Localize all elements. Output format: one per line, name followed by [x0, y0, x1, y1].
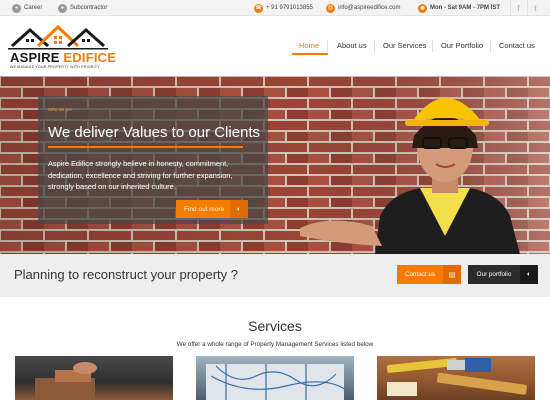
- hero-kicker: Who we are: [48, 107, 73, 112]
- career-link[interactable]: ● Career: [12, 0, 42, 16]
- find-out-more-button[interactable]: Find out more ◐: [176, 200, 248, 218]
- services-subtitle: We offer a whole range of Property Manag…: [176, 341, 374, 348]
- masonry-image: [35, 362, 97, 400]
- subcontractor-label: Subcontractor: [70, 5, 108, 11]
- arrow-circle-icon: ◐: [230, 200, 248, 218]
- users-icon: ●: [58, 3, 67, 13]
- cta-heading: Planning to reconstruct your property ?: [14, 267, 239, 282]
- cta-strip: Planning to reconstruct your property ? …: [0, 254, 550, 297]
- paint-brushes-image: [386, 358, 527, 396]
- at-icon: @: [326, 3, 335, 13]
- career-label: Career: [24, 5, 43, 11]
- hero-description: Aspire Edifice strongly believe in hones…: [48, 159, 233, 191]
- nav-divider: [490, 40, 491, 52]
- service-thumbnail-painting[interactable]: [377, 356, 535, 400]
- phone-icon: ☎: [254, 3, 263, 13]
- active-nav-indicator: [292, 53, 328, 55]
- contact-us-button[interactable]: Contact us ▤: [397, 265, 461, 284]
- site-header: ASPIRE EDIFICE WE MANAGE YOUR PROPERTY W…: [0, 16, 550, 76]
- twitter-icon[interactable]: t: [527, 0, 543, 16]
- nav-our-portfolio[interactable]: Our Portfolio: [441, 36, 483, 54]
- hero-caption-box: Who we are We deliver Values to our Clie…: [38, 96, 268, 224]
- location-icon: ◉: [418, 3, 427, 13]
- facebook-icon[interactable]: f: [510, 0, 526, 16]
- our-portfolio-label: Our portfolio: [476, 271, 512, 278]
- logo[interactable]: ASPIRE EDIFICE WE MANAGE YOUR PROPERTY W…: [8, 24, 116, 72]
- nav-divider: [374, 40, 375, 52]
- nav-our-services[interactable]: Our Services: [383, 36, 426, 54]
- business-hours: ◉ Mon - Sat 9AM - 7PM IST: [418, 0, 500, 16]
- hours-label: Mon - Sat 9AM - 7PM IST: [430, 5, 501, 11]
- contact-card-icon: ▤: [443, 265, 461, 284]
- electrical-panel-image: [206, 364, 347, 400]
- hero-divider: [48, 146, 243, 148]
- top-bar: ● Career ● Subcontractor ☎ + 91 97910138…: [0, 0, 550, 16]
- contact-us-label: Contact us: [404, 271, 436, 278]
- hero-banner: Who we are We deliver Values to our Clie…: [0, 76, 550, 254]
- house-roofs-logo-icon: [8, 24, 108, 50]
- subcontractor-link[interactable]: ● Subcontractor: [58, 0, 107, 16]
- service-thumbnail-masonry[interactable]: [15, 356, 173, 400]
- nav-about-us[interactable]: About us: [337, 36, 367, 54]
- phone-contact[interactable]: ☎ + 91 9791013855: [254, 0, 313, 16]
- logo-wordmark: ASPIRE EDIFICE: [10, 50, 117, 65]
- phone-number: + 91 9791013855: [266, 5, 313, 11]
- service-thumbnail-electrical[interactable]: [196, 356, 354, 400]
- user-icon: ●: [12, 3, 21, 13]
- hero-title: We deliver Values to our Clients: [48, 124, 261, 141]
- email-address: info@aspireedifice.com: [338, 5, 401, 11]
- nav-contact-us[interactable]: Contact us: [499, 36, 535, 54]
- nav-divider: [327, 40, 328, 52]
- services-heading: Services: [248, 318, 302, 334]
- email-contact[interactable]: @ info@aspireedifice.com: [326, 0, 400, 16]
- our-portfolio-button[interactable]: Our portfolio ◐: [468, 265, 538, 284]
- nav-divider: [432, 40, 433, 52]
- logo-tagline: WE MANAGE YOUR PROPERTY WITH PRIORITY: [10, 65, 100, 69]
- nav-home[interactable]: Home: [299, 36, 319, 54]
- find-out-more-label: Find out more: [184, 205, 225, 213]
- portfolio-icon: ◐: [520, 265, 538, 284]
